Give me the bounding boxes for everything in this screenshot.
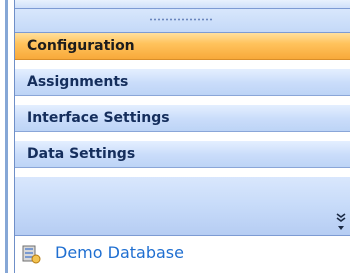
nav-item-label: Assignments [27, 74, 129, 90]
navigation-pane-window: Configuration Assignments Interface Sett… [0, 0, 350, 273]
window-left-border [5, 0, 8, 273]
splitter-grip-icon[interactable] [149, 18, 213, 21]
nav-item-data-settings[interactable]: Data Settings [15, 141, 350, 168]
database-icon [22, 245, 41, 264]
database-name-link[interactable]: Demo Database [55, 243, 184, 262]
nav-item-configuration[interactable]: Configuration [15, 33, 350, 60]
navigation-pane: Configuration Assignments Interface Sett… [14, 0, 350, 273]
status-footer: Demo Database [15, 236, 350, 273]
pane-splitter[interactable] [15, 9, 350, 33]
nav-overflow-row [15, 177, 350, 236]
pane-header-strip [15, 0, 350, 9]
nav-item-interface-settings[interactable]: Interface Settings [15, 105, 350, 132]
nav-item-label: Data Settings [27, 146, 136, 162]
double-chevron-down-icon[interactable] [334, 211, 348, 235]
nav-item-label: Configuration [27, 38, 135, 54]
nav-item-assignments[interactable]: Assignments [15, 69, 350, 96]
nav-item-label: Interface Settings [27, 110, 170, 126]
